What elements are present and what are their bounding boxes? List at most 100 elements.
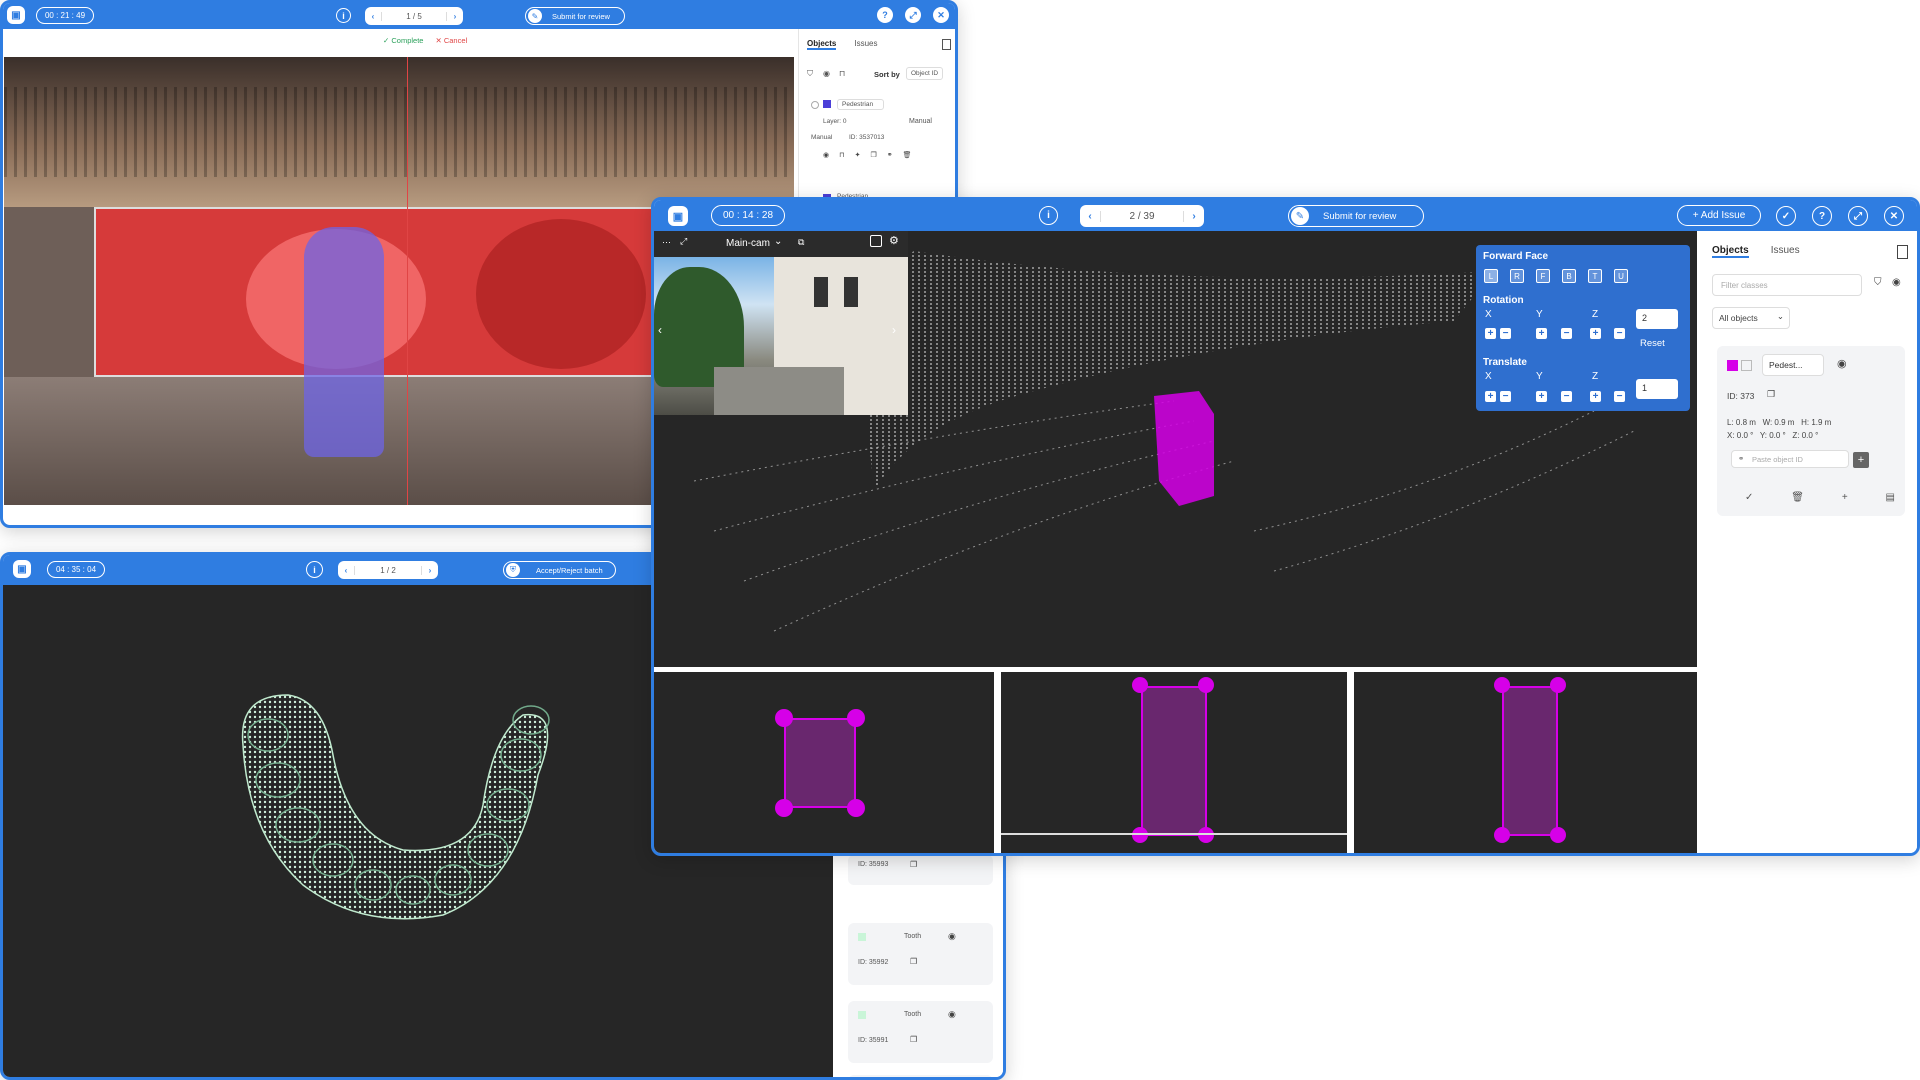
tr-x-minus-button[interactable]: −: [1500, 391, 1511, 402]
rotation-step-input[interactable]: 2: [1636, 309, 1678, 329]
face-T-button[interactable]: T: [1588, 269, 1602, 283]
tooth-card[interactable]: Tooth ◉ ID: 35992 ❐: [848, 923, 993, 985]
accept-reject-batch-button[interactable]: ⛨ Accept/Reject batch: [503, 561, 616, 579]
pin-icon[interactable]: ✦: [855, 151, 861, 159]
frame-counter[interactable]: 1 / 5: [381, 11, 447, 21]
complete-button[interactable]: ✓ Complete: [383, 36, 423, 45]
plus-icon[interactable]: +: [1842, 492, 1848, 503]
lock-icon[interactable]: ⊓: [839, 151, 844, 159]
check-icon[interactable]: ✓: [1776, 206, 1796, 226]
help-icon[interactable]: ?: [877, 7, 893, 23]
rot-y-plus-button[interactable]: +: [1536, 328, 1547, 339]
reset-button[interactable]: Reset: [1640, 338, 1665, 349]
object-class-select[interactable]: Pedest...: [1762, 354, 1824, 376]
camera-select[interactable]: Main-cam: [726, 238, 770, 249]
tab-issues[interactable]: Issues: [1771, 245, 1800, 258]
tr-z-plus-button[interactable]: +: [1590, 391, 1601, 402]
resize-handle[interactable]: [1198, 827, 1214, 843]
info-icon[interactable]: i: [306, 561, 323, 578]
resize-handle[interactable]: [847, 709, 865, 727]
translate-step-input[interactable]: 1: [1636, 379, 1678, 399]
face-F-button[interactable]: F: [1536, 269, 1550, 283]
eye-icon[interactable]: ◉: [948, 931, 956, 942]
resize-handle[interactable]: [1550, 677, 1566, 693]
face-U-button[interactable]: U: [1614, 269, 1628, 283]
tab-objects[interactable]: Objects: [1712, 245, 1749, 258]
trash-icon[interactable]: 🗑: [903, 151, 912, 159]
link-icon[interactable]: ⚭: [887, 151, 893, 159]
layout-icon[interactable]: [870, 235, 882, 247]
panel-toggle-icon[interactable]: [942, 39, 951, 50]
object-class-select[interactable]: Pedestrian: [837, 99, 885, 110]
fullscreen-icon[interactable]: ⤢: [905, 7, 921, 23]
tab-objects[interactable]: Objects: [807, 39, 837, 50]
camera-prev-icon[interactable]: ‹: [658, 323, 662, 337]
rot-x-minus-button[interactable]: −: [1500, 328, 1511, 339]
panel-toggle-icon[interactable]: [1897, 245, 1908, 259]
drag-handle-icon[interactable]: ⋯: [662, 237, 671, 248]
side-view[interactable]: [1001, 672, 1347, 853]
next-frame-button[interactable]: ›: [1184, 211, 1204, 222]
resize-handle[interactable]: [1132, 827, 1148, 843]
tooth-class[interactable]: Tooth: [904, 933, 921, 940]
close-icon[interactable]: ✕: [933, 7, 949, 23]
filter-icon[interactable]: ⛉: [1874, 277, 1882, 288]
face-L-button[interactable]: L: [1484, 269, 1498, 283]
filter-icon[interactable]: ⛉: [807, 69, 813, 79]
tab-issues[interactable]: Issues: [854, 39, 877, 50]
cancel-button[interactable]: ✕ Cancel: [435, 36, 467, 45]
frame-counter[interactable]: 2 / 39: [1100, 210, 1184, 222]
top-view[interactable]: [654, 672, 994, 853]
help-icon[interactable]: ?: [1812, 206, 1832, 226]
next-frame-button[interactable]: ›: [422, 566, 438, 575]
resize-handle[interactable]: [1550, 827, 1566, 843]
eye-icon[interactable]: ◉: [948, 1009, 956, 1020]
copy-icon[interactable]: ❐: [910, 957, 917, 966]
eye-icon[interactable]: ◉: [1837, 357, 1847, 370]
submit-for-review-button[interactable]: ✎ Submit for review: [1288, 205, 1424, 227]
app-logo[interactable]: ▣: [7, 6, 25, 24]
tooth-card[interactable]: ID: 35993 ❐: [848, 855, 993, 885]
tooth-card[interactable]: Tooth: [848, 1075, 993, 1077]
camera-view[interactable]: ⋯ ⤢ Main-cam ⌄ ⧉ ⚙ ‹ ›: [654, 231, 908, 415]
tr-y-plus-button[interactable]: +: [1536, 391, 1547, 402]
side-view-cuboid[interactable]: [1141, 686, 1207, 836]
frame-counter[interactable]: 1 / 2: [354, 565, 422, 575]
eye-icon[interactable]: ◉: [1892, 277, 1901, 288]
resize-handle[interactable]: [1494, 677, 1510, 693]
tooth-card[interactable]: Tooth ◉ ID: 35991 ❐: [848, 1001, 993, 1063]
rot-z-minus-button[interactable]: −: [1614, 328, 1625, 339]
all-objects-select[interactable]: All objects ⌄: [1712, 307, 1790, 329]
tooth-class[interactable]: Tooth: [904, 1011, 921, 1018]
tr-z-minus-button[interactable]: −: [1614, 391, 1625, 402]
info-icon[interactable]: i: [336, 8, 351, 23]
resize-handle[interactable]: [775, 709, 793, 727]
prev-frame-button[interactable]: ‹: [338, 566, 354, 575]
add-issue-button[interactable]: + Add Issue: [1677, 205, 1761, 226]
check-icon[interactable]: ✓: [1745, 492, 1753, 503]
pedestrian-mask[interactable]: [304, 227, 384, 457]
front-view-cuboid[interactable]: [1502, 686, 1558, 836]
sort-by-select[interactable]: Object ID: [906, 67, 944, 80]
app-logo[interactable]: ▣: [668, 206, 688, 226]
add-link-button[interactable]: +: [1853, 452, 1869, 468]
face-R-button[interactable]: R: [1510, 269, 1524, 283]
prev-frame-button[interactable]: ‹: [365, 12, 381, 21]
expand-icon[interactable]: ⤢: [680, 236, 687, 247]
resize-handle[interactable]: [1494, 827, 1510, 843]
tr-y-minus-button[interactable]: −: [1561, 391, 1572, 402]
resize-handle[interactable]: [775, 799, 793, 817]
object-card[interactable]: Pedest... ◉ ID: 373 ❐ L: 0.8 m W: 0.9 m …: [1717, 346, 1905, 516]
close-icon[interactable]: ✕: [1884, 206, 1904, 226]
trash-icon[interactable]: 🗑: [1791, 492, 1804, 503]
fullscreen-icon[interactable]: ⤢: [1848, 206, 1868, 226]
object-card[interactable]: Pedestrian Layer: 0 Manual Manual ID: 35…: [809, 97, 954, 169]
paste-object-id-input[interactable]: ⚭ Paste object ID: [1731, 450, 1849, 468]
resize-handle[interactable]: [1132, 677, 1148, 693]
top-view-cuboid[interactable]: [784, 718, 856, 808]
copy-icon[interactable]: ❐: [910, 1035, 917, 1044]
rot-z-plus-button[interactable]: +: [1590, 328, 1601, 339]
submit-for-review-button[interactable]: ✎ Submit for review: [525, 7, 625, 25]
copy-icon[interactable]: ❐: [910, 860, 917, 869]
front-view[interactable]: [1354, 672, 1697, 853]
